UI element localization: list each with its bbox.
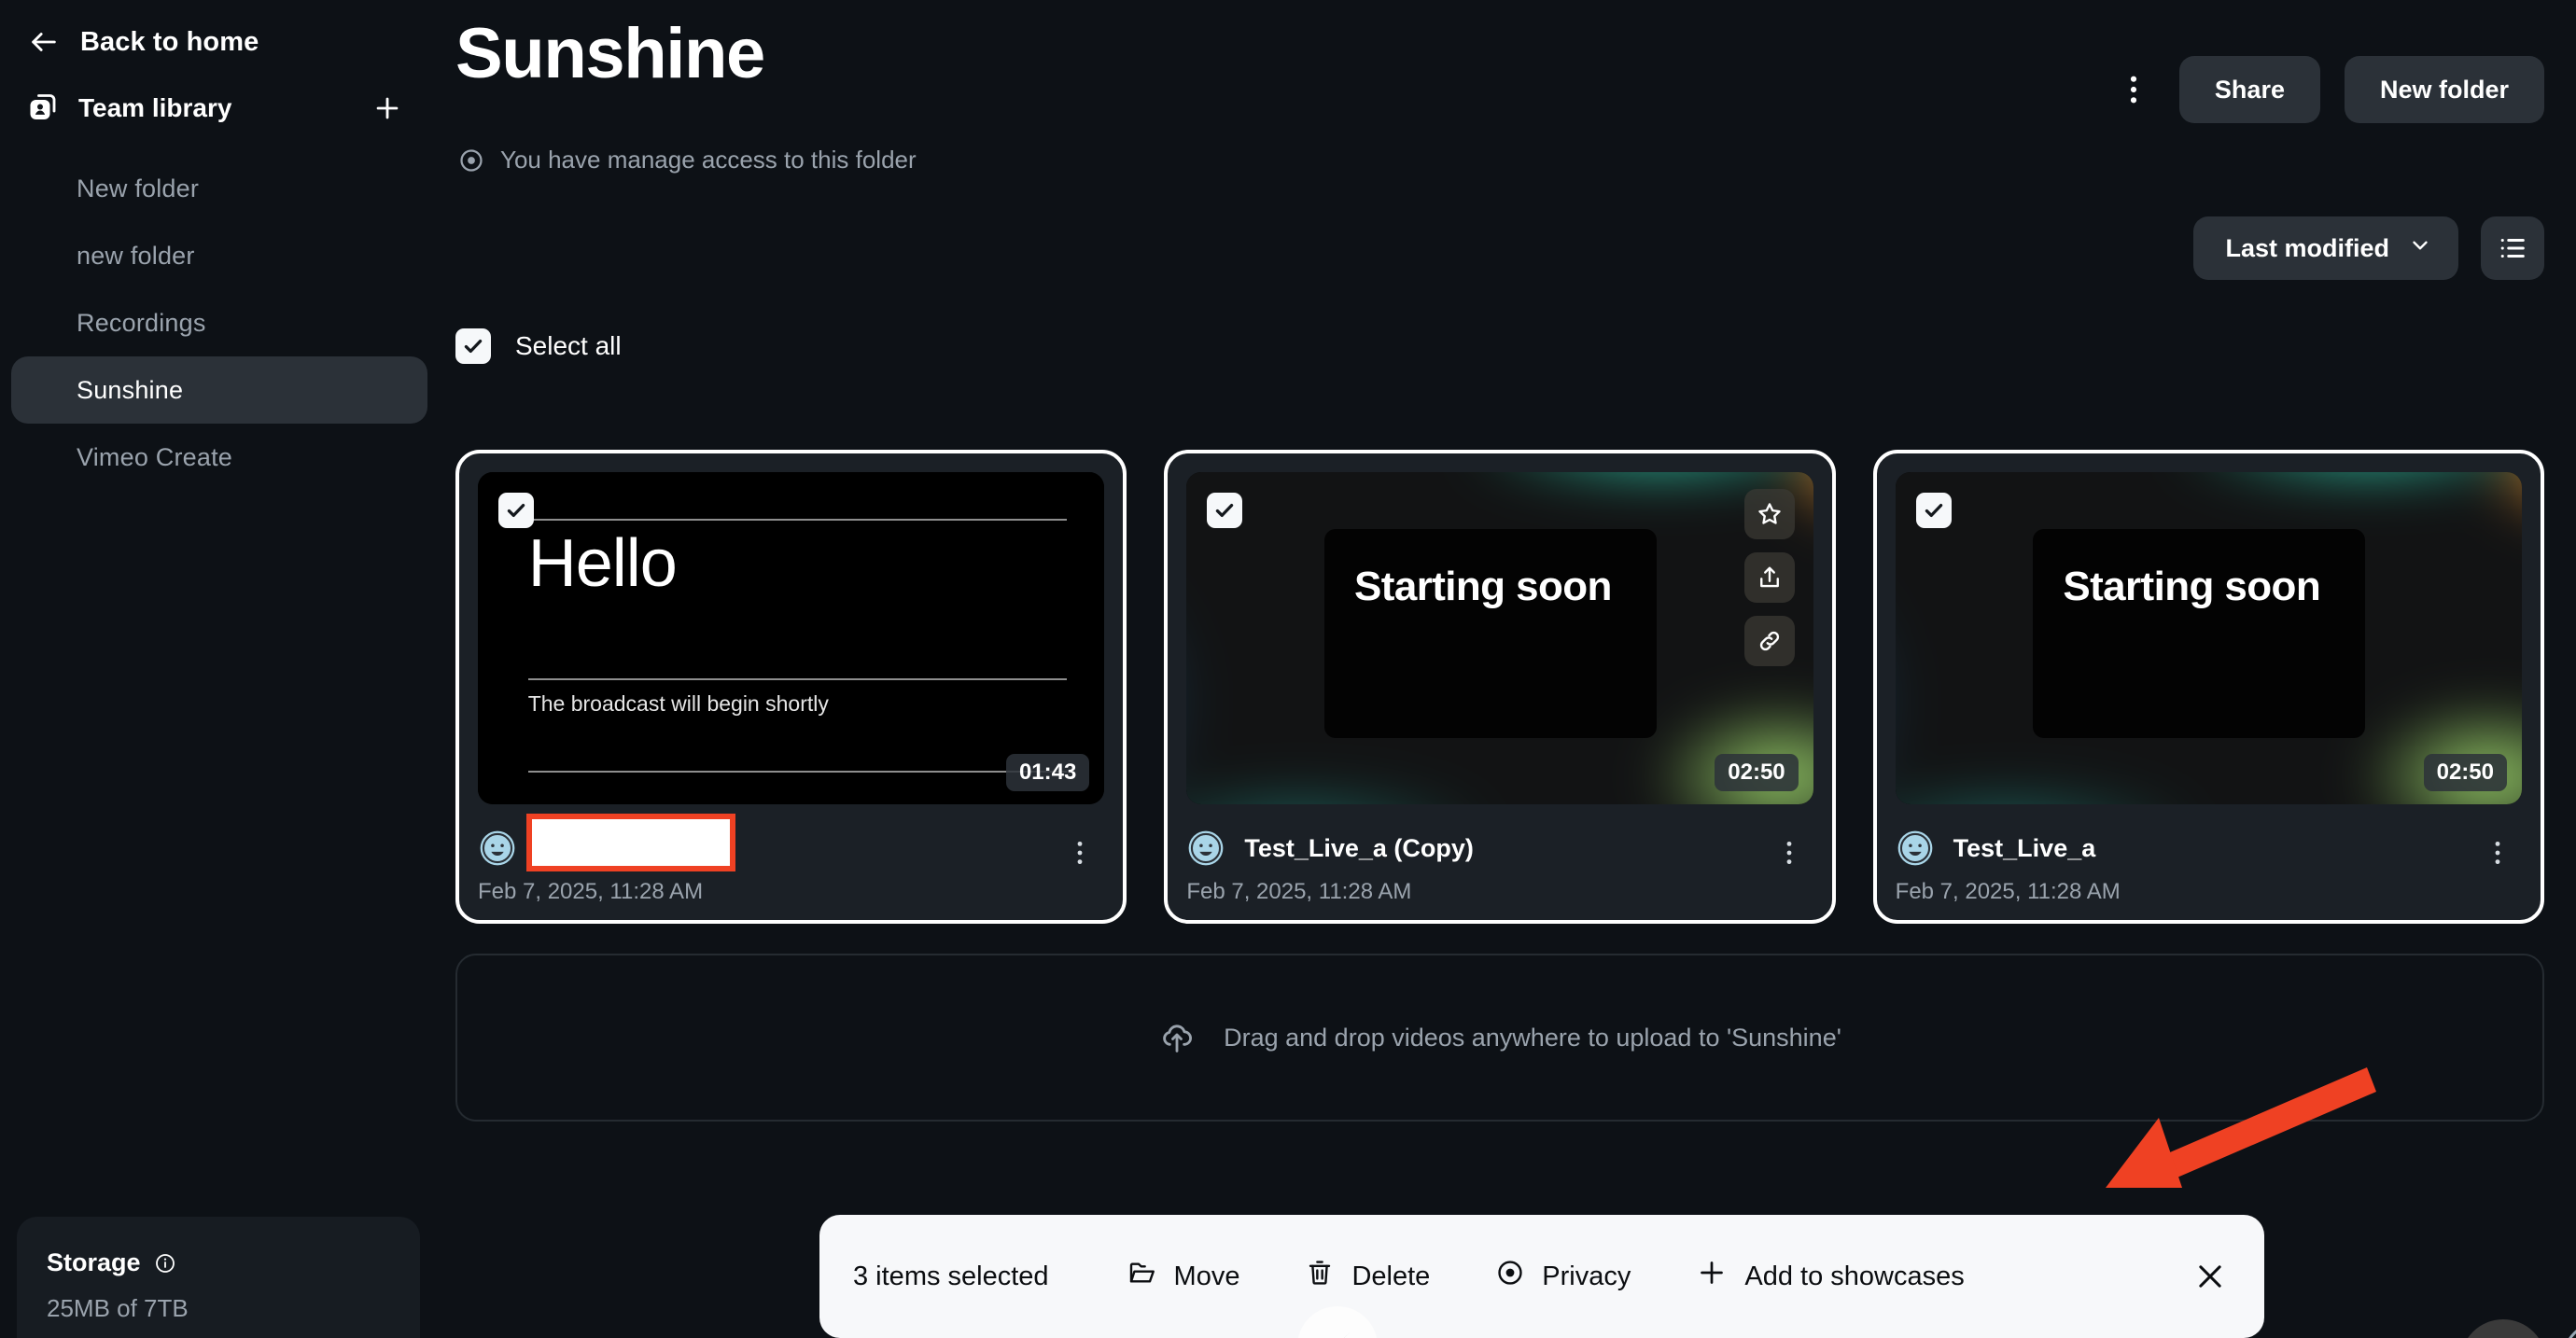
page-title: Sunshine (455, 14, 765, 93)
video-card-meta: Test_Live_a (Copy) (1186, 829, 1813, 868)
video-more-icon[interactable] (2479, 834, 2516, 871)
folder-move-icon (1127, 1258, 1157, 1295)
selection-count: 3 items selected (853, 1261, 1049, 1291)
video-thumbnail[interactable]: Hello The broadcast will begin shortly 0… (478, 472, 1105, 804)
video-card[interactable]: Starting soon 02:50 Test_Live_a Feb 7, 2… (1872, 450, 2544, 924)
video-select-checkbox[interactable] (1915, 493, 1952, 528)
slate-heading: Starting soon (2063, 563, 2321, 609)
video-thumbnail[interactable]: Starting soon 02:50 (1186, 472, 1813, 804)
slate-heading: Hello (527, 525, 678, 601)
folder-nav-list: New folder new folder Recordings Sunshin… (0, 155, 439, 491)
storage-usage: 25MB of 7TB (47, 1294, 189, 1322)
sort-dropdown[interactable]: Last modified (2193, 216, 2458, 280)
trash-icon (1305, 1258, 1335, 1295)
back-to-home-button[interactable]: Back to home (0, 13, 439, 71)
video-card-meta: Test_Live_a (1896, 829, 2522, 868)
video-grid: Hello The broadcast will begin shortly 0… (455, 450, 2544, 924)
storage-title: Storage (47, 1248, 141, 1276)
upload-dropzone[interactable]: Drag and drop videos anywhere to upload … (455, 954, 2544, 1122)
video-card[interactable]: Starting soon 02:50 Test_Live_a (Copy) F… (1164, 450, 1836, 924)
privacy-label: Privacy (1542, 1261, 1631, 1291)
sidebar-item-label: Sunshine (77, 375, 184, 404)
video-select-checkbox[interactable] (498, 493, 534, 528)
inner-slate: Starting soon (2033, 528, 2366, 738)
sidebar-item-vimeo-create[interactable]: Vimeo Create (11, 424, 427, 491)
video-duration: 02:50 (2423, 754, 2507, 791)
main-content: Sunshine You have manage access to this … (439, 0, 2576, 1338)
selection-action-bar: 3 items selected Move Delete Privacy Add… (819, 1215, 2264, 1338)
sidebar: Back to home Team library New folder new (0, 0, 439, 1338)
sidebar-item-label: New folder (77, 174, 200, 202)
video-duration: 01:43 (1005, 754, 1090, 791)
privacy-button[interactable]: Privacy (1495, 1258, 1631, 1295)
team-library-label: Team library (78, 93, 232, 122)
sidebar-item-new-folder-lower[interactable]: new folder (11, 222, 427, 289)
access-text: You have manage access to this folder (500, 146, 917, 174)
privacy-target-icon (1495, 1258, 1525, 1295)
storage-header: Storage (47, 1248, 390, 1277)
sidebar-item-label: Vimeo Create (77, 442, 232, 471)
add-to-showcases-button[interactable]: Add to showcases (1696, 1257, 1965, 1296)
video-date: Feb 7, 2025, 11:28 AM (1186, 879, 1412, 904)
close-icon[interactable] (2190, 1256, 2231, 1297)
video-more-icon[interactable] (1061, 834, 1099, 871)
thumbnail-hover-tools (1743, 489, 1795, 666)
sidebar-item-label: new folder (77, 241, 195, 270)
link-icon[interactable] (1743, 616, 1795, 666)
avatar-icon (478, 829, 517, 868)
star-icon[interactable] (1743, 489, 1795, 539)
select-all-row[interactable]: Select all (455, 328, 622, 364)
video-more-icon[interactable] (1771, 834, 1808, 871)
cloud-upload-icon (1158, 1019, 1196, 1056)
plus-icon[interactable] (371, 92, 403, 124)
slate-heading: Starting soon (1354, 563, 1612, 609)
dropzone-text: Drag and drop videos anywhere to upload … (1224, 1023, 1841, 1052)
video-duration: 02:50 (1715, 754, 1799, 791)
more-vertical-icon[interactable] (2112, 68, 2155, 111)
storage-card: Storage 25MB of 7TB (17, 1217, 420, 1338)
sidebar-item-label: Recordings (77, 308, 206, 337)
move-label: Move (1173, 1261, 1240, 1291)
access-notice: You have manage access to this folder (457, 146, 917, 174)
sidebar-item-new-folder[interactable]: New folder (11, 155, 427, 222)
add-to-showcases-label: Add to showcases (1744, 1261, 1965, 1291)
select-all-checkbox[interactable] (455, 328, 491, 364)
video-title: Test_Live_a (1953, 833, 2096, 862)
app-root: Back to home Team library New folder new (0, 0, 2576, 1338)
video-title: Test_Live_a (Copy) (1244, 833, 1474, 862)
plus-icon (1696, 1257, 1728, 1296)
move-button[interactable]: Move (1127, 1258, 1240, 1295)
video-date: Feb 7, 2025, 11:28 AM (1895, 879, 2121, 904)
back-to-home-label: Back to home (80, 26, 259, 57)
avatar-icon (1896, 829, 1935, 868)
share-button[interactable]: Share (2178, 56, 2320, 123)
header-actions: Share New folder (2112, 56, 2544, 123)
eye-icon (457, 146, 485, 174)
list-toolbar: Last modified (2193, 216, 2544, 280)
team-library-icon (26, 91, 60, 125)
arrow-left-icon (28, 26, 60, 58)
video-date: Feb 7, 2025, 11:28 AM (478, 879, 704, 904)
video-card-meta (478, 814, 1104, 871)
delete-button[interactable]: Delete (1305, 1258, 1430, 1295)
new-folder-button[interactable]: New folder (2344, 56, 2544, 123)
sort-label: Last modified (2225, 233, 2389, 262)
team-library-row[interactable]: Team library (0, 71, 439, 146)
avatar-icon (1186, 829, 1225, 868)
chevron-down-icon (2408, 233, 2432, 264)
sidebar-item-recordings[interactable]: Recordings (11, 289, 427, 356)
inner-slate: Starting soon (1324, 528, 1657, 738)
list-view-icon[interactable] (2481, 216, 2544, 280)
sidebar-item-sunshine[interactable]: Sunshine (11, 356, 427, 424)
select-all-label: Select all (515, 331, 622, 360)
slate-subtext: The broadcast will begin shortly (527, 690, 829, 716)
redacted-title-overlay (526, 814, 735, 871)
video-card[interactable]: Hello The broadcast will begin shortly 0… (455, 450, 1127, 924)
video-select-checkbox[interactable] (1207, 493, 1243, 528)
delete-label: Delete (1351, 1261, 1431, 1291)
info-icon[interactable] (154, 1252, 176, 1275)
video-thumbnail[interactable]: Starting soon 02:50 (1895, 472, 2522, 804)
share-upload-icon[interactable] (1743, 552, 1795, 603)
